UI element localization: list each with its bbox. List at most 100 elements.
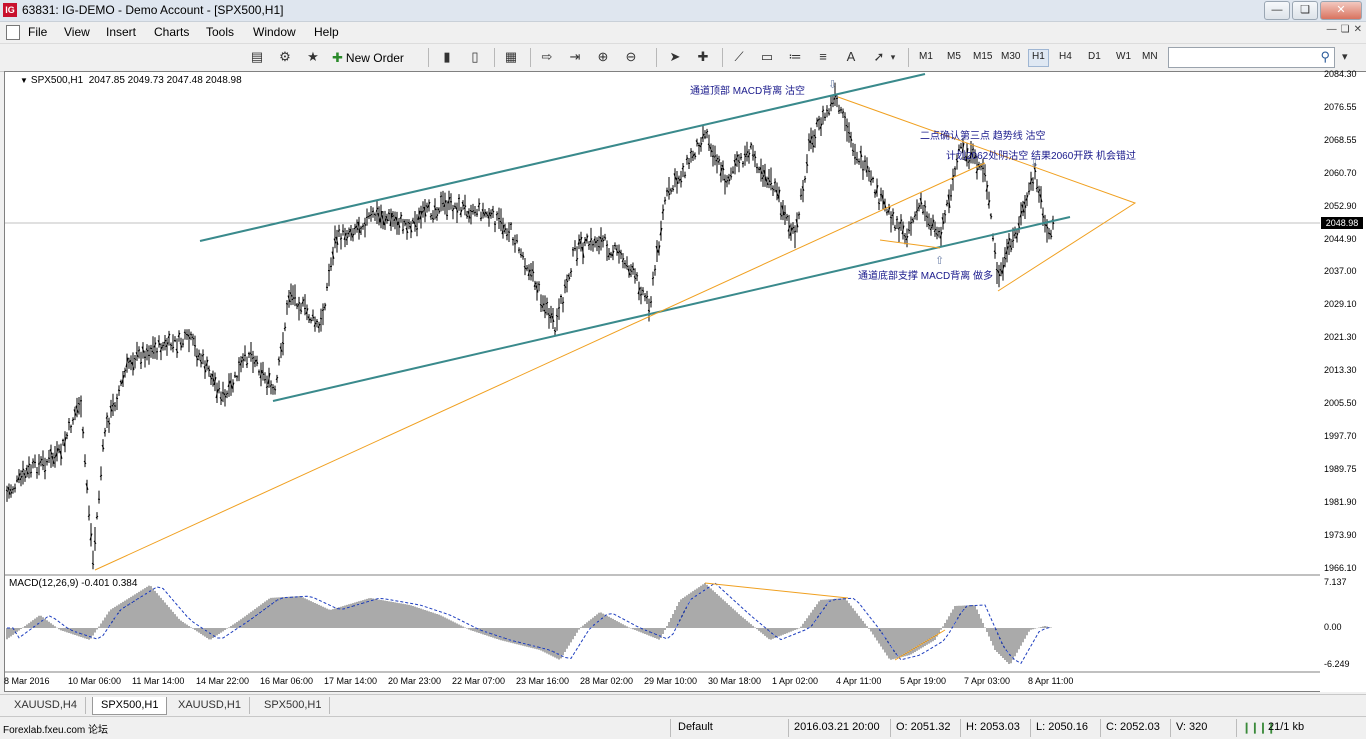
candle-tick [138,350,140,351]
time-tick-label: 8 Apr 11:00 [1028,676,1073,686]
candle-tick [422,211,424,212]
candle-tick [6,490,8,491]
candle-tick [252,358,254,359]
candle-tick [606,245,608,246]
candle-tick [774,182,776,183]
candle-tick [340,238,342,239]
time-tick-label: 5 Apr 19:00 [900,676,946,686]
candle-tick [116,398,118,399]
candle-tick [184,332,186,333]
candle-tick [402,230,404,231]
candle-tick [822,110,824,112]
trendline-short [880,240,940,248]
candle-tick [556,315,558,316]
candle-tick [944,214,946,216]
candle-tick [798,214,800,215]
candle-tick [742,163,744,164]
candle-tick [828,113,830,114]
candle-tick [362,226,364,227]
trendline-long [95,163,985,570]
candle-tick [646,296,648,298]
candle-tick [648,310,650,311]
candle-tick [440,196,442,197]
time-tick-label: 28 Mar 02:00 [580,676,633,686]
candle-tick [516,240,518,241]
candle-tick [226,393,228,394]
candle-tick [320,318,322,319]
candle-tick [856,159,858,160]
time-tick-label: 17 Mar 14:00 [324,676,377,686]
candle-tick [794,231,796,232]
macd-indicator-label: MACD(12,26,9) -0.401 0.384 [9,578,137,589]
candle-tick [354,227,356,229]
annotation-channel-top[interactable]: 通道顶部 MACD背离 沽空 [690,82,805,97]
macd-divergence-top [705,583,848,598]
candle-tick [366,217,368,218]
up-arrow-icon: ⇧ [935,254,944,267]
candle-tick [466,215,468,217]
candle-tick [480,218,482,219]
time-tick-label: 20 Mar 23:00 [388,676,441,686]
candle-tick [908,230,910,231]
annotation-plan[interactable]: 计划2062处阴沽空 结果2060开跌 机会错过 [946,147,1136,162]
time-tick-label: 14 Mar 22:00 [196,676,249,686]
price-tick-label: 1989.75 [1324,464,1357,474]
candle-tick [388,213,390,214]
candle-tick [784,213,786,214]
candle-tick [880,194,882,195]
candle-tick [368,216,370,217]
annotation-channel-bottom[interactable]: 通道底部支撑 MACD背离 做多 [858,267,993,282]
candle-tick [172,347,174,348]
candle-tick [924,205,926,207]
candle-tick [896,219,898,220]
tab-spx500-h1[interactable]: SPX500,H1 [92,697,167,715]
annotation-trendline[interactable]: 二点确认第三点 趋势线 沽空 [920,127,1046,142]
candle-tick [1036,187,1038,189]
candle-tick [174,340,176,341]
tab-xauusd-h4[interactable]: XAUUSD,H4 [6,697,86,714]
candle-tick [684,175,686,176]
candle-tick [652,278,654,279]
candle-tick [640,294,642,295]
candle-tick [826,110,828,111]
channel-upper-line [200,74,925,241]
price-tick-label: 2076.55 [1324,102,1357,112]
candle-tick [286,304,288,305]
price-chart[interactable] [0,0,1366,738]
tab-spx500-h1-2[interactable]: SPX500,H1 [256,697,330,714]
candle-tick [218,388,220,390]
candle-tick [266,386,268,387]
time-tick-label: 16 Mar 06:00 [260,676,313,686]
candle-tick [626,265,628,266]
candle-tick [510,224,512,225]
candle-tick [838,110,840,111]
candle-tick [78,403,80,404]
macd-tick-label: 7.137 [1324,577,1347,587]
candle-tick [496,214,498,215]
candle-tick [714,156,716,157]
candle-tick [904,235,906,237]
candle-tick [818,119,820,120]
candle-tick [392,216,394,217]
candle-tick [140,363,142,364]
candle-tick [372,211,374,212]
candle-tick [66,435,68,436]
candle-tick [296,305,298,307]
candle-tick [310,319,312,321]
status-volume: V: 320 [1176,721,1207,733]
candle-tick [842,112,844,114]
candle-tick [370,214,372,215]
candle-tick [922,212,924,213]
candle-tick [162,345,164,346]
candle-tick [868,171,870,172]
candle-tick [996,269,998,271]
status-open: O: 2051.32 [896,721,950,733]
tab-xauusd-h1[interactable]: XAUUSD,H1 [170,697,250,714]
status-close: C: 2052.03 [1106,721,1160,733]
price-tick-label: 2013.30 [1324,365,1357,375]
candle-tick [202,354,204,356]
price-tick-label: 2005.50 [1324,398,1357,408]
status-profile: Default [678,721,713,733]
candle-tick [520,254,522,255]
candle-tick [472,211,474,212]
